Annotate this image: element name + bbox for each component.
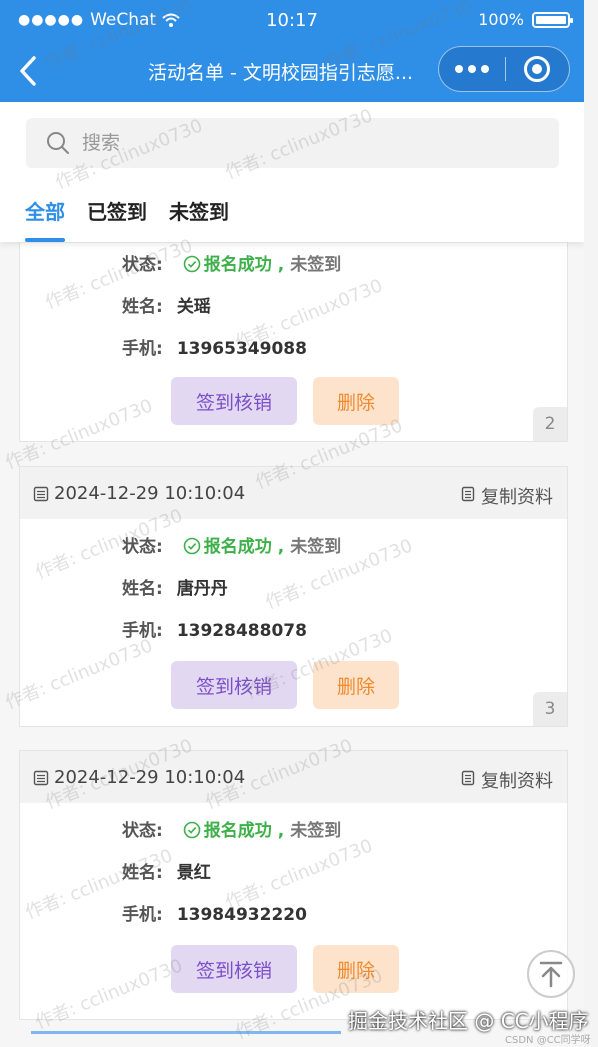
status-not-checked: 未签到 [290,821,342,841]
status-row: 状态: 报名成功, 未签到 [122,532,341,557]
battery-percent: 100% [478,10,524,29]
footer-caption: 掘金技术社区 @ CC小程序 [348,1009,589,1033]
checkin-button[interactable]: 签到核销 [171,945,297,993]
copy-icon[interactable] [461,486,475,502]
name-label: 姓名: [122,863,163,883]
name-row: 姓名: 关瑶 [122,292,211,317]
back-arrow-icon[interactable] [14,54,44,88]
search-icon [47,132,69,154]
status-right: 100% [478,10,573,29]
filter-panel: 全部 已签到 未签到 [0,102,584,242]
phone-row: 手机: 13984932220 [122,900,307,925]
csdn-credit: CSDN @CC同学呀 [505,1035,591,1046]
name-value: 关瑶 [176,297,211,317]
name-label: 姓名: [122,579,163,599]
copy-icon[interactable] [461,770,475,786]
status-not-checked: 未签到 [290,537,342,557]
card-header: 2024-12-29 10:10:04 复制资料 [20,751,567,803]
phone-label: 手机: [122,339,163,359]
check-circle-icon [183,255,201,273]
calendar-icon [33,486,49,502]
check-circle-icon [183,821,201,839]
phone-row: 手机: 13965349088 [122,334,307,359]
delete-button[interactable]: 删除 [313,377,399,425]
phone-value: 13965349088 [176,339,307,359]
copy-info-button[interactable]: 复制资料 [481,767,553,793]
battery-fill [536,15,566,24]
page-title: 活动名单 - 文明校园指引志愿... [148,62,414,84]
status-row: 状态: 报名成功, 未签到 [122,250,341,275]
name-row: 姓名: 唐丹丹 [122,574,228,599]
checkin-button[interactable]: 签到核销 [171,377,297,425]
tab-all[interactable]: 全部 [25,196,65,242]
status-label: 状态: [122,821,163,841]
status-success: 报名成功 [203,537,272,557]
arrow-up-icon [539,961,563,988]
phone-row: 手机: 13928488078 [122,616,307,641]
name-label: 姓名: [122,297,163,317]
status-not-checked: 未签到 [290,255,342,275]
registrant-card: 2024-12-29 10:10:04 复制资料 状态: 报名成功, 未签到 姓名… [19,466,568,727]
registrant-card: 状态: 报名成功, 未签到 姓名: 关瑶 手机: 13965349088 签到核销 删… [19,242,568,442]
status-separator: , [277,255,285,275]
status-separator: , [277,821,285,841]
phone-screen: ●●●●● WeChat 10:17 100% 活动名单 - 文明校园指引志愿.… [0,0,584,1047]
check-circle-icon [183,537,201,555]
checkin-button[interactable]: 签到核销 [171,661,297,709]
status-label: 状态: [122,537,163,557]
registration-date: 2024-12-29 10:10:04 [54,483,246,504]
phone-label: 手机: [122,621,163,641]
name-value: 景红 [176,863,211,883]
search-input[interactable] [82,118,542,168]
status-label: 状态: [122,255,163,275]
close-mini-program-icon[interactable] [506,47,570,91]
back-to-top-button[interactable] [527,950,575,998]
card-header [20,242,567,243]
name-value: 唐丹丹 [176,579,228,599]
phone-value: 13984932220 [176,905,307,925]
name-row: 姓名: 景红 [122,858,211,883]
index-badge: 3 [533,692,567,726]
registrant-card: 2024-12-29 10:10:04 复制资料 状态: 报名成功, 未签到 姓名… [19,750,568,1020]
status-success: 报名成功 [203,821,272,841]
registrant-list[interactable]: 状态: 报名成功, 未签到 姓名: 关瑶 手机: 13965349088 签到核销 删… [0,242,584,1047]
scroll-indicator [31,1031,341,1034]
search-box[interactable] [26,118,559,168]
copy-info-button[interactable]: 复制资料 [481,483,553,509]
battery-icon [532,11,573,28]
phone-label: 手机: [122,905,163,925]
status-separator: , [277,537,285,557]
nav-bar: 活动名单 - 文明校园指引志愿... [0,40,584,102]
delete-button[interactable]: 删除 [313,661,399,709]
tab-bar: 全部 已签到 未签到 [0,196,251,242]
calendar-icon [33,770,49,786]
delete-button[interactable]: 删除 [313,945,399,993]
card-header: 2024-12-29 10:10:04 复制资料 [20,467,567,519]
index-badge: 2 [533,407,567,441]
status-row: 状态: 报名成功, 未签到 [122,816,341,841]
registration-date: 2024-12-29 10:10:04 [54,767,246,788]
status-success: 报名成功 [203,255,272,275]
more-icon[interactable] [439,47,505,91]
mini-program-capsule [438,46,570,92]
tab-not-checked-in[interactable]: 未签到 [169,196,229,242]
phone-value: 13928488078 [176,621,307,641]
status-bar: ●●●●● WeChat 10:17 100% [0,0,584,40]
tab-checked-in[interactable]: 已签到 [87,196,147,242]
